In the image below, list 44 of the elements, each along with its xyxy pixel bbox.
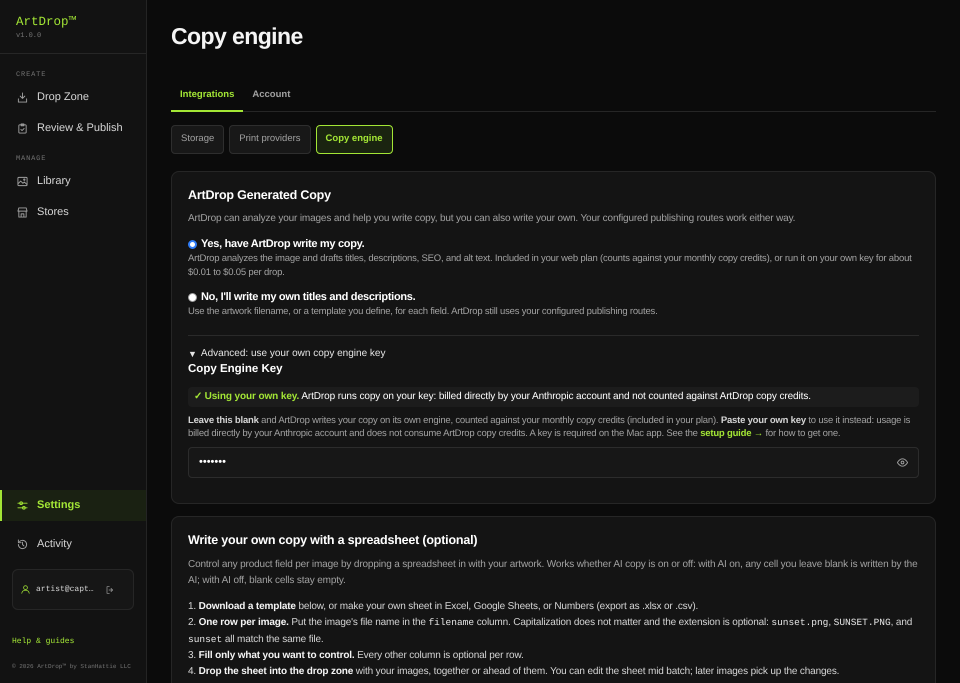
download-icon	[17, 92, 28, 103]
radio-button[interactable]	[188, 240, 197, 248]
option-label: Yes, have ArtDrop write my copy.	[201, 237, 364, 252]
api-key-field[interactable]: •••••••	[188, 447, 919, 478]
step-item: 4. Drop the sheet into the drop zone with your images, together or ahead of them. You can edit the sheet mid batch; later images pick up the changes.	[188, 665, 840, 680]
step-item: 2. One row per image. Put the image's file name in the filename column. Capitalization does not matter and the extension is optional: sunset.png, SUNSET.PNG, and sunset all match the same file.	[188, 616, 914, 647]
nav-item[interactable]: Library	[0, 166, 146, 197]
key-status-notice: ✓ Using your own key. ArtDrop runs copy on your key: billed directly by your Anthropic account and not counted against ArtDrop copy credits.	[188, 387, 919, 407]
step-item: 3. Fill only what you want to control. Every other column is optional per row.	[188, 648, 525, 663]
store-icon	[17, 207, 28, 218]
eye-icon[interactable]	[897, 457, 908, 468]
help-link[interactable]: Help & guides	[12, 637, 74, 646]
card-description: Control any product field per image by dropping a spreadsheet in with your artwork. Works whether AI copy is on or off: with AI on, any cell you leave blank is written by the AI; with AI off, blank cells stay empty.	[188, 558, 918, 588]
tab[interactable]: Integrations	[171, 80, 244, 112]
option-label: No, I'll write my own titles and descriptions.	[201, 290, 416, 305]
nav-item[interactable]: Activity	[0, 529, 146, 560]
nav-item[interactable]: Review & Publish	[0, 113, 146, 144]
account-email: artist@capt…	[36, 584, 94, 596]
app-logo: ArtDrop™	[16, 15, 78, 30]
option-description: ArtDrop analyzes the image and drafts titles, descriptions, SEO, and alt text. Included in your web plan (counts against your monthly copy credits), or run it on your own key for about $0.01 to $0.05 per drop.	[188, 252, 913, 280]
history-icon	[17, 539, 28, 550]
key-help-text: Leave this blank and ArtDrop writes your copy on its own engine, counted against your monthly copy credits (included in your plan). Paste your own key to use it instead: usage is billed directly by your Anthropic account and does not consume ArtDrop copy credits. A key is required on the Mac app. See the setup guide → for how to get one.	[188, 414, 912, 440]
radio-button[interactable]	[188, 292, 197, 302]
tab[interactable]: Account	[243, 80, 300, 112]
setup-guide-link[interactable]: setup guide →	[700, 428, 764, 439]
nav-item[interactable]: Drop Zone	[0, 82, 146, 113]
advanced-disclosure[interactable]: ▼ Advanced: use your own copy engine key	[188, 347, 919, 361]
option-description: Use the artwork filename, or a template you define, for each field. ArtDrop still uses your configured publishing routes.	[188, 305, 659, 319]
image-icon	[17, 176, 28, 187]
step-item: 1. Download a template below, or make your own sheet in Excel, Google Sheets, or Numbers (export as .xlsx or .csv).	[188, 600, 700, 614]
card-description: ArtDrop can analyze your images and help you write copy, but you can also write your own. Your configured publishing routes work either way.	[188, 212, 796, 226]
card-title: Write your own copy with a spreadsheet (optional)	[188, 532, 478, 548]
nav-item[interactable]: Settings	[0, 490, 146, 521]
user-icon	[21, 585, 30, 594]
clipboard-check-icon	[17, 123, 28, 134]
page-title: Copy engine	[171, 22, 304, 51]
logout-icon[interactable]	[106, 586, 114, 594]
subtab-button[interactable]: Copy engine	[316, 125, 393, 154]
sliders-icon	[17, 500, 28, 511]
card-title: ArtDrop Generated Copy	[188, 187, 332, 203]
section-heading: Copy Engine Key	[188, 362, 284, 377]
subtab-button[interactable]: Print providers	[229, 125, 311, 154]
subtab-button[interactable]: Storage	[171, 125, 224, 154]
nav-item[interactable]: Stores	[0, 197, 146, 228]
